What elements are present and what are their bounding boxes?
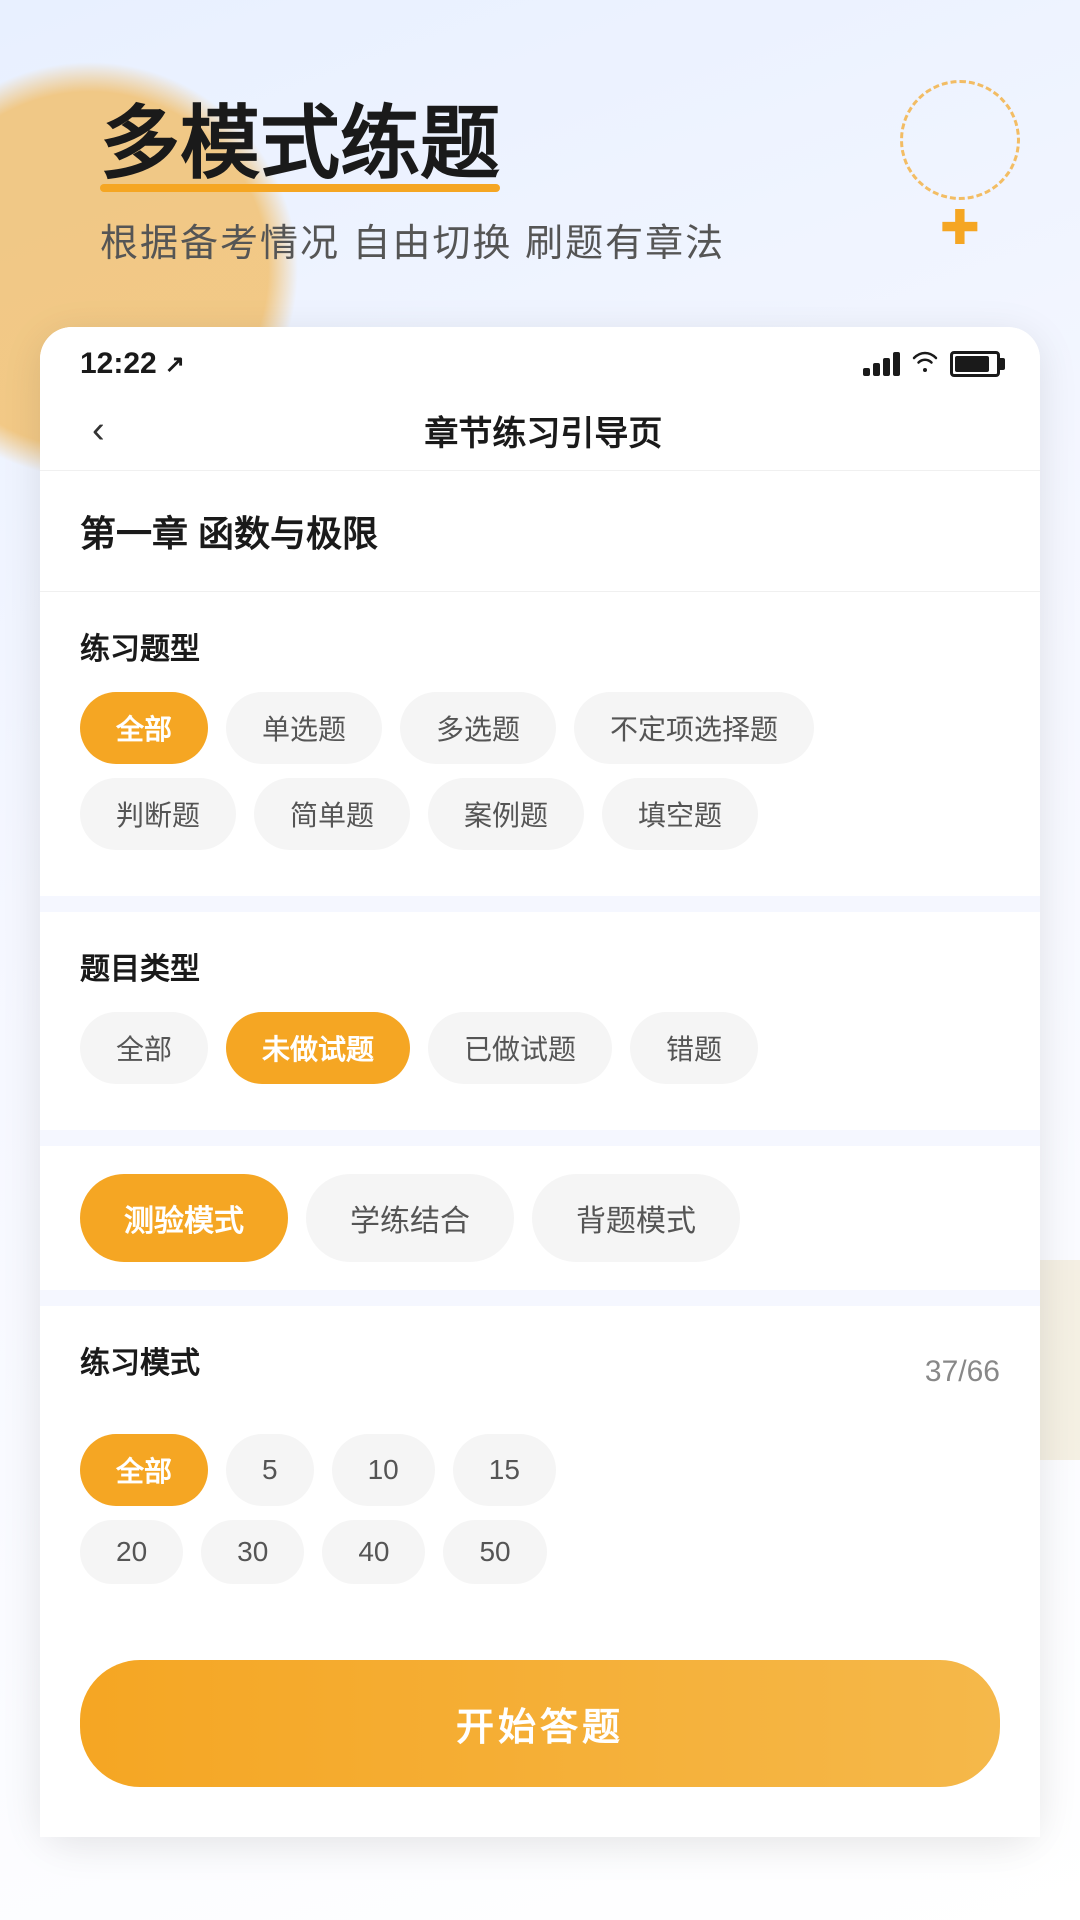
practice-count-row2: 20 30 40 50: [80, 1520, 1000, 1584]
question-category-tags-row: 全部未做试题已做试题错题: [80, 1012, 1000, 1084]
practice-header: 练习模式 37/66: [80, 1338, 1000, 1406]
practice-count: 37/66: [925, 1355, 1000, 1389]
main-title: 多模式练题: [100, 100, 500, 188]
time-text: 12:22: [80, 347, 157, 381]
question-category-tag-wrong[interactable]: 错题: [630, 1012, 758, 1084]
question-type-tag-simple[interactable]: 简单题: [254, 778, 410, 850]
question-category-label: 题目类型: [80, 944, 1000, 988]
header-area: 多模式练题 根据备考情况 自由切换 刷题有章法: [0, 0, 1080, 297]
start-button[interactable]: 开始答题: [80, 1660, 1000, 1787]
mode-btn-study[interactable]: 学练结合: [306, 1174, 514, 1262]
practice-count-option-5[interactable]: 5: [226, 1434, 314, 1506]
practice-count-option-50[interactable]: 50: [443, 1520, 546, 1584]
practice-count-option-40[interactable]: 40: [322, 1520, 425, 1584]
question-type-tags-row2: 判断题简单题案例题填空题: [80, 778, 1000, 850]
status-bar: 12:22 ↗: [40, 327, 1040, 391]
divider-2: [40, 1130, 1040, 1146]
question-type-tag-blank[interactable]: 填空题: [602, 778, 758, 850]
practice-count-option-20[interactable]: 20: [80, 1520, 183, 1584]
question-type-tag-case[interactable]: 案例题: [428, 778, 584, 850]
phone-frame: 12:22 ↗ ‹ 章节练习引导页: [40, 327, 1040, 1837]
status-time: 12:22 ↗: [80, 347, 185, 381]
location-icon: ↗: [165, 350, 185, 379]
mode-row: 测验模式学练结合背题模式: [80, 1174, 1000, 1262]
question-type-tag-all[interactable]: 全部: [80, 692, 208, 764]
status-icons: [863, 349, 1000, 380]
question-category-tag-undone[interactable]: 未做试题: [226, 1012, 410, 1084]
practice-count-option-30[interactable]: 30: [201, 1520, 304, 1584]
start-button-area: 开始答题: [40, 1630, 1040, 1837]
mode-btn-recite[interactable]: 背题模式: [532, 1174, 740, 1262]
signal-icon: [863, 352, 900, 376]
mode-section: 测验模式学练结合背题模式: [40, 1146, 1040, 1290]
practice-count-option-10[interactable]: 10: [332, 1434, 435, 1506]
chapter-card: 第一章 函数与极限: [40, 471, 1040, 592]
wifi-icon: [910, 349, 940, 380]
question-type-section: 练习题型 全部单选题多选题不定项选择题 判断题简单题案例题填空题: [40, 592, 1040, 896]
question-type-tag-uncertain[interactable]: 不定项选择题: [574, 692, 814, 764]
practice-count-option-all[interactable]: 全部: [80, 1434, 208, 1506]
chapter-title: 第一章 函数与极限: [80, 505, 1000, 557]
divider-1: [40, 896, 1040, 912]
nav-title: 章节练习引导页: [137, 406, 950, 455]
divider-3: [40, 1290, 1040, 1306]
question-category-section: 题目类型 全部未做试题已做试题错题: [40, 912, 1040, 1130]
question-type-tag-single[interactable]: 单选题: [226, 692, 382, 764]
mode-btn-test[interactable]: 测验模式: [80, 1174, 288, 1262]
nav-bar: ‹ 章节练习引导页: [40, 391, 1040, 471]
practice-count-option-15[interactable]: 15: [453, 1434, 556, 1506]
question-type-tags-row1: 全部单选题多选题不定项选择题: [80, 692, 1000, 764]
practice-count-row1: 全部51015: [80, 1434, 1000, 1506]
battery-icon: [950, 351, 1000, 377]
back-button[interactable]: ‹: [80, 405, 117, 456]
practice-section: 练习模式 37/66 全部51015 20 30 40 50: [40, 1306, 1040, 1630]
question-category-tag-done[interactable]: 已做试题: [428, 1012, 612, 1084]
question-type-label: 练习题型: [80, 624, 1000, 668]
subtitle: 根据备考情况 自由切换 刷题有章法: [100, 212, 1000, 267]
question-type-tag-multi[interactable]: 多选题: [400, 692, 556, 764]
question-category-tag-all[interactable]: 全部: [80, 1012, 208, 1084]
practice-label: 练习模式: [80, 1338, 200, 1382]
question-type-tag-judge[interactable]: 判断题: [80, 778, 236, 850]
